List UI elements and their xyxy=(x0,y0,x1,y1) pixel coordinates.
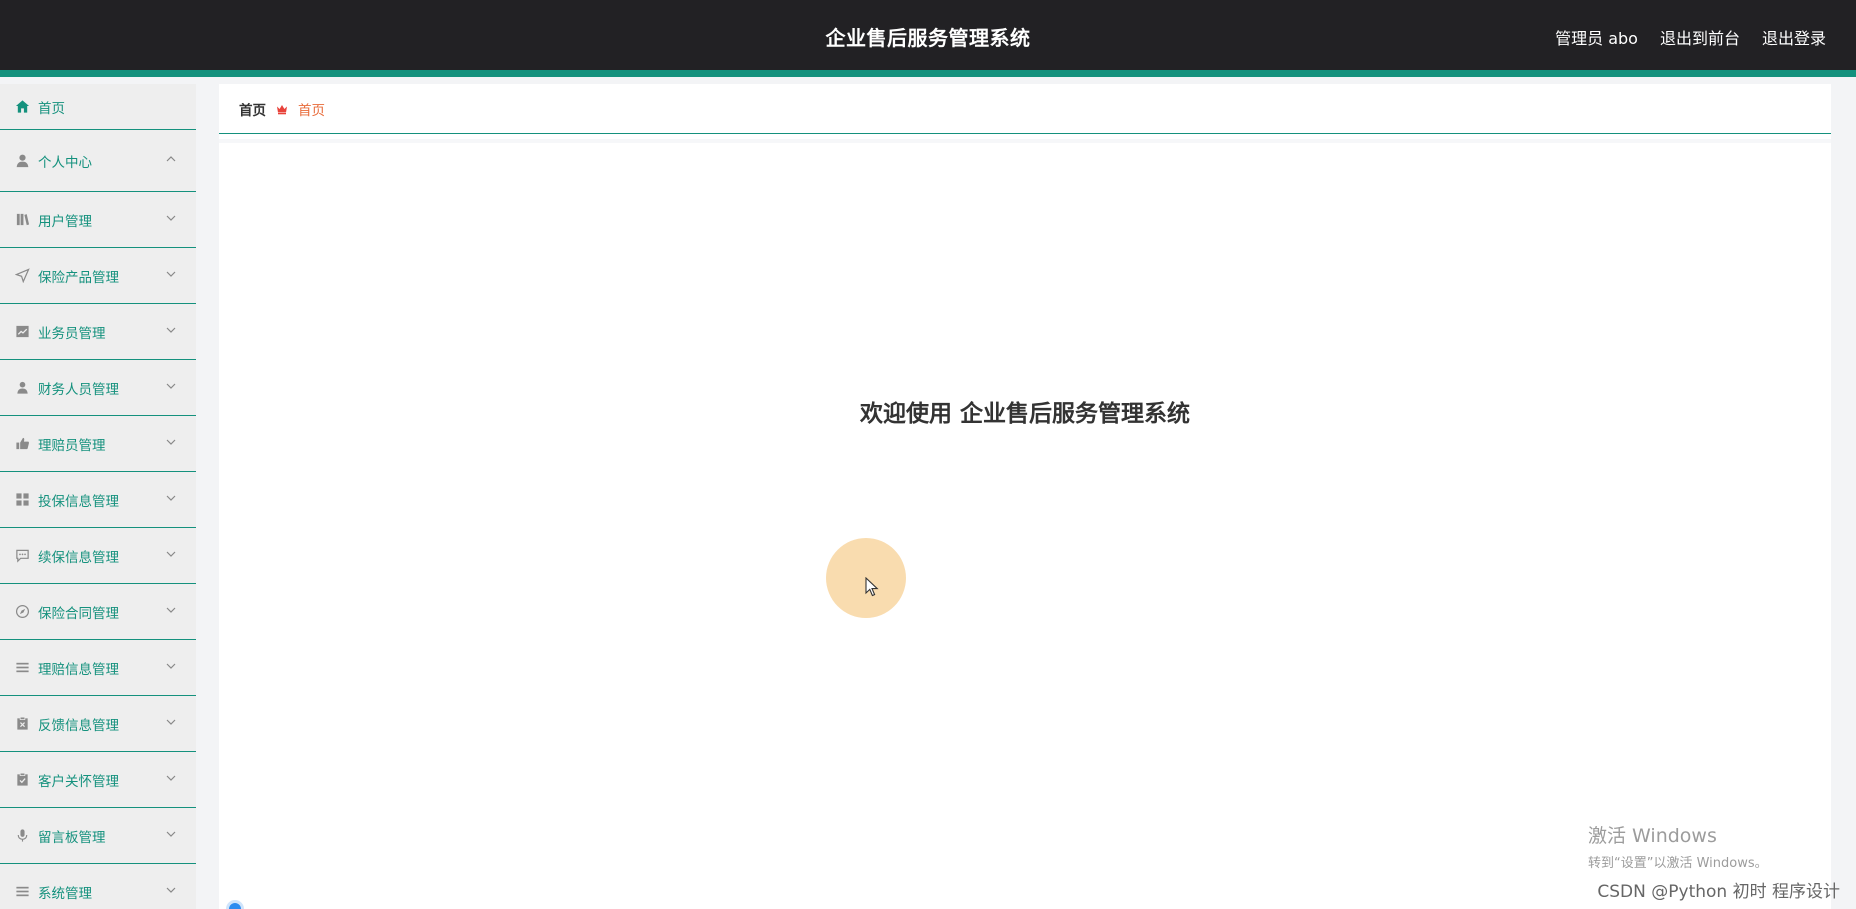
sidebar-item-customer-care[interactable]: 客户关怀管理 xyxy=(0,752,196,808)
sidebar-item-system-management[interactable]: 系统管理 xyxy=(0,864,196,909)
sidebar-item-label: 保险产品管理 xyxy=(38,269,119,286)
grid-icon xyxy=(14,492,30,508)
sidebar-item-home[interactable]: 首页 xyxy=(0,84,196,130)
sidebar-item-claims-info[interactable]: 理赔信息管理 xyxy=(0,640,196,696)
microphone-icon xyxy=(14,828,30,844)
sidebar-item-label: 理赔员管理 xyxy=(38,437,106,454)
chevron-down-icon xyxy=(166,381,176,391)
chat-icon xyxy=(14,548,30,564)
sidebar-item-policy-info[interactable]: 投保信息管理 xyxy=(0,472,196,528)
sidebar-item-user-management[interactable]: 用户管理 xyxy=(0,192,196,248)
mouse-cursor-icon xyxy=(865,577,879,597)
sidebar-item-label: 客户关怀管理 xyxy=(38,773,119,790)
sidebar-item-renewal-info[interactable]: 续保信息管理 xyxy=(0,528,196,584)
breadcrumb-current: 首页 xyxy=(298,102,325,119)
home-icon xyxy=(14,99,30,115)
sidebar-item-personal-center[interactable]: 个人中心 xyxy=(0,130,196,192)
person-icon xyxy=(14,380,30,396)
top-header: 企业售后服务管理系统 管理员 abo 退出到前台 退出登录 xyxy=(0,0,1856,77)
breadcrumb-root[interactable]: 首页 xyxy=(239,99,266,119)
sidebar-item-finance-staff[interactable]: 财务人员管理 xyxy=(0,360,196,416)
clipboard-check-icon xyxy=(14,772,30,788)
chevron-down-icon xyxy=(166,493,176,503)
thumbs-up-icon xyxy=(14,436,30,452)
sidebar: 首页 个人中心 用户管理 保险产品管理 业务员管理 财务人员管理 理赔员管理 投… xyxy=(0,84,196,909)
chevron-down-icon xyxy=(166,773,176,783)
user-icon xyxy=(14,153,30,169)
clipboard-x-icon xyxy=(14,716,30,732)
list-icon xyxy=(14,660,30,676)
admin-user-label[interactable]: 管理员 abo xyxy=(1555,25,1638,49)
sidebar-item-label: 个人中心 xyxy=(38,154,92,171)
chevron-down-icon xyxy=(166,605,176,615)
sidebar-item-salesman[interactable]: 业务员管理 xyxy=(0,304,196,360)
menu-icon xyxy=(14,884,30,900)
book-icon xyxy=(14,212,30,228)
crown-icon xyxy=(276,103,288,115)
sidebar-item-claims-adjuster[interactable]: 理赔员管理 xyxy=(0,416,196,472)
sidebar-item-insurance-product[interactable]: 保险产品管理 xyxy=(0,248,196,304)
sidebar-item-label: 投保信息管理 xyxy=(38,493,119,510)
chevron-up-icon xyxy=(166,154,176,164)
sidebar-item-message-board[interactable]: 留言板管理 xyxy=(0,808,196,864)
watermark-title: 激活 Windows xyxy=(1588,825,1717,847)
sidebar-item-label: 理赔信息管理 xyxy=(38,661,119,678)
chevron-down-icon xyxy=(166,325,176,335)
paper-plane-icon xyxy=(14,268,30,284)
breadcrumb: 首页 首页 xyxy=(219,84,1831,134)
sidebar-item-label: 业务员管理 xyxy=(38,325,106,342)
chevron-down-icon xyxy=(166,549,176,559)
sidebar-item-label: 用户管理 xyxy=(38,213,92,230)
chevron-down-icon xyxy=(166,437,176,447)
main-content: 首页 首页 欢迎使用 企业售后服务管理系统 xyxy=(219,84,1831,909)
chevron-down-icon xyxy=(166,269,176,279)
sidebar-item-label: 续保信息管理 xyxy=(38,549,119,566)
watermark-subtitle: 转到“设置”以激活 Windows。 xyxy=(1588,856,1768,871)
compass-icon xyxy=(14,604,30,620)
sidebar-item-insurance-contract[interactable]: 保险合同管理 xyxy=(0,584,196,640)
sidebar-item-label: 系统管理 xyxy=(38,885,92,902)
sidebar-item-label: 首页 xyxy=(38,100,65,117)
header-actions: 管理员 abo 退出到前台 退出登录 xyxy=(1555,25,1826,49)
sidebar-item-label: 留言板管理 xyxy=(38,829,106,846)
chart-icon xyxy=(14,324,30,340)
chevron-down-icon xyxy=(166,829,176,839)
divider xyxy=(219,139,1831,143)
csdn-watermark: CSDN @Python 初时 程序设计 xyxy=(1597,882,1840,902)
windows-activation-watermark: 激活 Windows 转到“设置”以激活 Windows。 xyxy=(1588,821,1768,871)
chevron-down-icon xyxy=(166,213,176,223)
exit-to-front-link[interactable]: 退出到前台 xyxy=(1660,25,1740,49)
chevron-down-icon xyxy=(166,885,176,895)
logout-link[interactable]: 退出登录 xyxy=(1762,25,1826,49)
sidebar-item-feedback-info[interactable]: 反馈信息管理 xyxy=(0,696,196,752)
sidebar-item-label: 反馈信息管理 xyxy=(38,717,119,734)
chevron-down-icon xyxy=(166,717,176,727)
sidebar-item-label: 保险合同管理 xyxy=(38,605,119,622)
sidebar-item-label: 财务人员管理 xyxy=(38,381,119,398)
chevron-down-icon xyxy=(166,661,176,671)
welcome-message: 欢迎使用 企业售后服务管理系统 xyxy=(859,401,1190,427)
